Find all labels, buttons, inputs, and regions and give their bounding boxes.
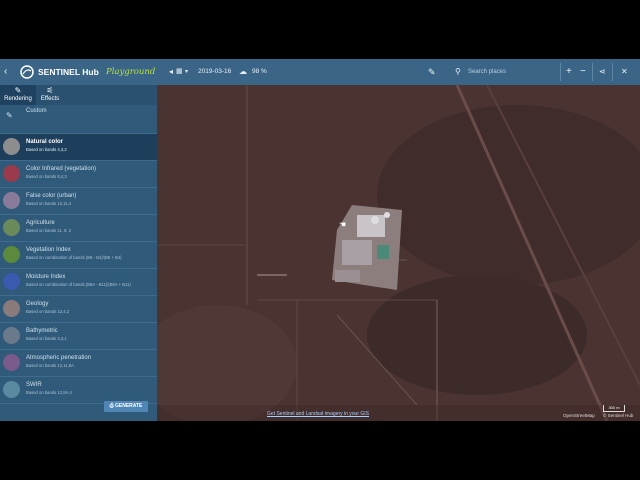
layer-thumbnail [3, 246, 20, 263]
pencil-icon: ✎ [6, 111, 13, 120]
layer-thumbnail [3, 327, 20, 344]
zoom-out-icon[interactable]: − [580, 59, 586, 85]
share-icon[interactable]: ⋖ [599, 59, 606, 85]
app-window: ‹ SENTINEL Hub Playground ◂ ▦ ▾ 2019-03-… [0, 59, 640, 421]
top-bar: ‹ SENTINEL Hub Playground ◂ ▦ ▾ 2019-03-… [0, 59, 640, 85]
layer-thumbnail [3, 354, 20, 371]
tab-rendering[interactable]: ✎ Rendering [0, 85, 36, 105]
map-view[interactable]: ☚ Get Sentinel and Landsat imagery in yo… [157, 85, 640, 421]
layer-description: Based on bands 4,3,1 [26, 336, 67, 341]
layer-vegetation-index[interactable]: Vegetation Index Based on combination of… [0, 242, 157, 269]
date-field[interactable]: 2019-03-16 [198, 59, 231, 85]
layer-description: Based on bands 11, 8, 2 [26, 228, 72, 233]
layer-description: Based on combination of bands (B8 - B4)/… [26, 255, 122, 260]
attribution-osm[interactable]: OpenStreetMap [563, 413, 595, 418]
layer-thumbnail [3, 219, 20, 236]
cloud-icon: ☁ [239, 67, 247, 76]
layer-bathymetric[interactable]: Bathymetric Based on bands 4,3,1 [0, 323, 157, 350]
cursor-hand-icon: ☚ [339, 220, 347, 229]
layer-thumbnail [3, 273, 20, 290]
layer-name: Color Infrared (vegetation) [26, 166, 97, 172]
layer-name: Natural color [26, 139, 64, 145]
layer-name: Atmospheric penetration [26, 355, 92, 361]
generate-button[interactable]: ⎙ GENERATE [104, 401, 148, 412]
tools-icon[interactable]: ✕ [621, 59, 628, 85]
layer-name: Custom [26, 108, 47, 114]
layer-atmospheric-penetration[interactable]: Atmospheric penetration Based on bands 1… [0, 350, 157, 377]
layer-description: Based on bands 12,11,4 [26, 201, 72, 206]
layer-thumbnail [3, 165, 20, 182]
layer-thumbnail [3, 138, 20, 155]
tab-bar: ✎ Rendering ⚟ Effects [0, 85, 157, 105]
layer-name: False color (urban) [26, 193, 77, 199]
toolbar-divider [592, 63, 593, 81]
layer-name: Vegetation Index [26, 247, 71, 253]
layer-thumbnail [3, 300, 20, 317]
brush-icon: ✎ [14, 86, 22, 95]
calendar-icon[interactable]: ▦ [176, 59, 183, 85]
layer-agriculture[interactable]: Agriculture Based on bands 11, 8, 2 [0, 215, 157, 242]
layer-description: Based on bands 12,11,8A [26, 363, 74, 368]
search-icon: ⚲ [455, 67, 461, 76]
cloud-coverage-value[interactable]: 98 % [252, 59, 267, 85]
layer-false-color-urban[interactable]: False color (urban) Based on bands 12,11… [0, 188, 157, 215]
sidebar: ✎ Rendering ⚟ Effects ✎ Custom Natural c… [0, 85, 157, 421]
brand-title: SENTINEL Hub [38, 67, 99, 77]
tab-label: Rendering [4, 96, 32, 102]
back-arrow-icon[interactable]: ‹ [4, 59, 7, 85]
tab-effects[interactable]: ⚟ Effects [32, 85, 68, 105]
layer-swir[interactable]: SWIR Based on bands 12,8A,4 [0, 377, 157, 404]
layer-name: Geology [26, 301, 49, 307]
scale-bar: 300 m [603, 405, 625, 412]
wrench-icon[interactable]: ✎ [428, 59, 436, 85]
layer-description: Based on combination of bands (B8A - B11… [26, 282, 131, 287]
layer-description: Based on bands 12,8A,4 [26, 390, 72, 395]
tab-label: Effects [40, 96, 60, 102]
playground-logo: Playground [106, 67, 156, 77]
toolbar-divider [560, 63, 561, 81]
sentinel-logo-icon [20, 65, 34, 79]
layer-name: Agriculture [26, 220, 55, 226]
layer-name: SWIR [26, 382, 42, 388]
layer-description: Based on bands 4,3,2 [26, 147, 67, 152]
layer-natural-color[interactable]: Natural color Based on bands 4,3,2 [0, 134, 157, 161]
layer-description: Based on bands 12,4,2 [26, 309, 70, 314]
zoom-in-icon[interactable]: + [566, 59, 572, 85]
layer-color-infrared[interactable]: Color Infrared (vegetation) Based on ban… [0, 161, 157, 188]
generate-label: GENERATE [114, 403, 143, 409]
layer-description: Based on bands 8,4,3 [26, 174, 67, 179]
layer-thumbnail [3, 381, 20, 398]
sliders-icon: ⚟ [46, 86, 54, 95]
attribution-sentinel-hub[interactable]: © Sentinel Hub [603, 413, 633, 418]
layer-geology[interactable]: Geology Based on bands 12,4,2 [0, 296, 157, 323]
layer-thumbnail [3, 192, 20, 209]
satellite-imagery [157, 85, 640, 421]
layer-name: Moisture Index [26, 274, 66, 280]
gis-link[interactable]: Get Sentinel and Landsat imagery in your… [267, 411, 369, 417]
dropdown-icon[interactable]: ▾ [185, 59, 188, 85]
layer-custom[interactable]: ✎ Custom [0, 105, 157, 134]
toolbar-divider [612, 63, 613, 81]
layer-moisture-index[interactable]: Moisture Index Based on combination of b… [0, 269, 157, 296]
prev-date-icon[interactable]: ◂ [169, 59, 173, 85]
search-input[interactable]: Search places [468, 59, 506, 85]
layer-name: Bathymetric [26, 328, 58, 334]
